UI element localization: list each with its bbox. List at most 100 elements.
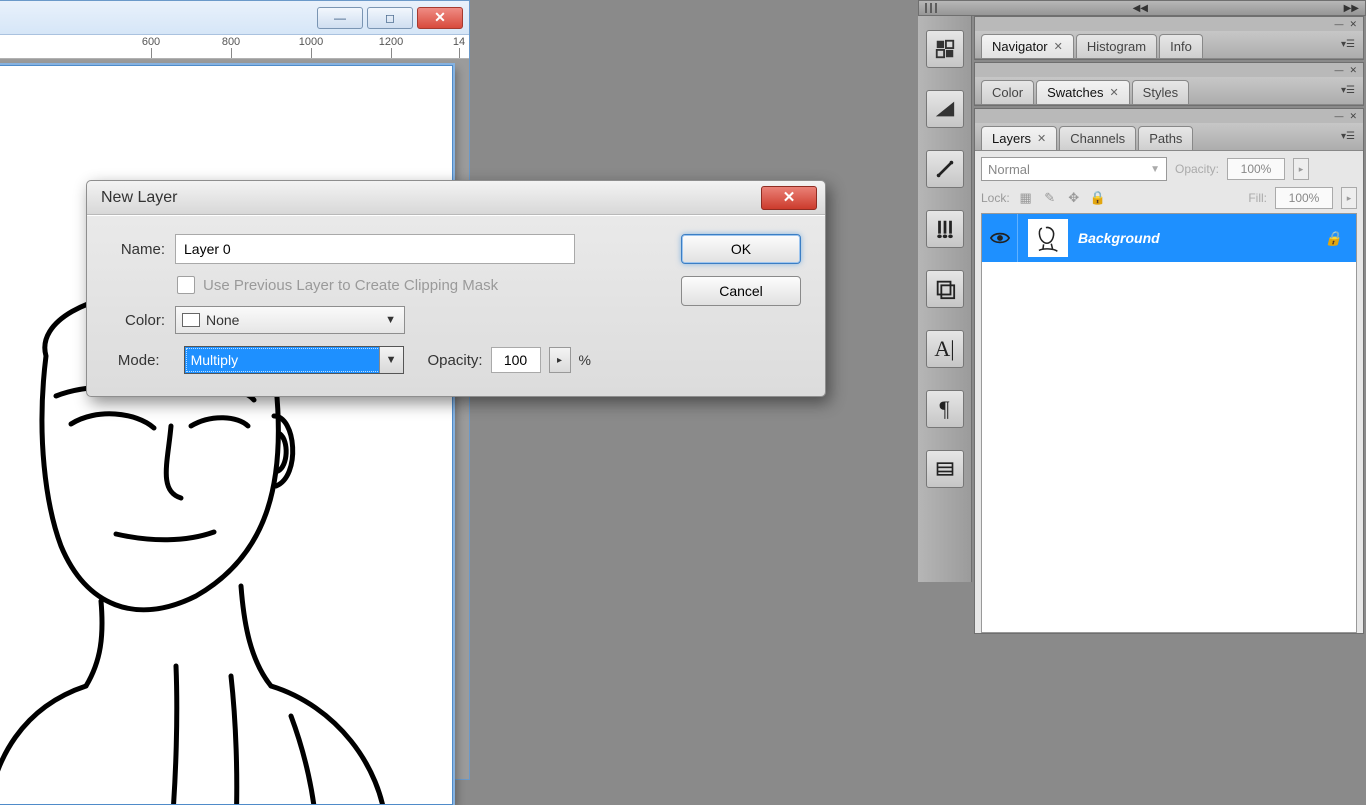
dialog-close-button[interactable]: ✕: [761, 186, 817, 210]
brushes-icon[interactable]: [926, 210, 964, 248]
panel-close-icon[interactable]: ✕: [1349, 111, 1357, 122]
dock-forward-icon[interactable]: ▶▶: [1344, 3, 1359, 14]
collapsed-panel-iconbar: A| ¶: [918, 16, 972, 582]
close-icon[interactable]: ✕: [1054, 40, 1063, 53]
panel-minimize-icon[interactable]: —: [1334, 19, 1343, 29]
chevron-down-icon: ▼: [1150, 164, 1160, 175]
tab-paths[interactable]: Paths: [1138, 126, 1193, 150]
color-swatch-none-icon: [182, 313, 200, 327]
document-titlebar[interactable]: /8) — ◻ ✕: [0, 1, 469, 35]
close-icon[interactable]: ✕: [1109, 86, 1118, 99]
dock-top-strip[interactable]: ◀◀ ▶▶: [918, 0, 1366, 16]
layers-panel-body: Normal ▼ Opacity: 100% ▸ Lock: ▦ ✎ ✥: [975, 151, 1363, 633]
character-icon[interactable]: A|: [926, 330, 964, 368]
panel-minimize-icon[interactable]: —: [1334, 111, 1343, 121]
lock-pixels-icon[interactable]: ✎: [1042, 190, 1058, 206]
chevron-down-icon: ▼: [379, 347, 403, 373]
ruler-mark: 1200: [379, 36, 403, 48]
tools-icon[interactable]: [926, 150, 964, 188]
panel-close-icon[interactable]: ✕: [1349, 65, 1357, 76]
chevron-down-icon: ▼: [385, 314, 396, 326]
panel-menu-icon[interactable]: ▾☰: [1341, 85, 1359, 96]
tab-swatches[interactable]: Swatches ✕: [1036, 80, 1130, 104]
paragraph-icon[interactable]: ¶: [926, 390, 964, 428]
ruler-mark: 14: [453, 36, 465, 48]
ruler-mark: 800: [222, 36, 240, 48]
panel-menu-icon[interactable]: ▾☰: [1341, 131, 1359, 142]
close-icon[interactable]: ✕: [1037, 132, 1046, 145]
clipping-mask-label: Use Previous Layer to Create Clipping Ma…: [203, 277, 498, 294]
tab-color[interactable]: Color: [981, 80, 1034, 104]
tab-channels[interactable]: Channels: [1059, 126, 1136, 150]
dialog-body: Name: Use Previous Layer to Create Clipp…: [87, 215, 825, 396]
window-controls: — ◻ ✕: [317, 7, 463, 29]
name-label: Name:: [105, 241, 165, 258]
lock-all-icon[interactable]: 🔒: [1090, 190, 1106, 206]
panel-close-icon[interactable]: ✕: [1349, 19, 1357, 30]
color-panel-group: — ✕ Color Swatches ✕ Styles ▾☰: [974, 62, 1364, 106]
panel-dock: ◀◀ ▶▶ A| ¶: [918, 0, 1366, 582]
histogram-icon[interactable]: [926, 90, 964, 128]
tab-histogram[interactable]: Histogram: [1076, 34, 1157, 58]
layer-name-input[interactable]: [175, 234, 575, 264]
panel-menu-icon[interactable]: ▾☰: [1341, 39, 1359, 50]
tab-layers[interactable]: Layers ✕: [981, 126, 1057, 150]
opacity-label: Opacity:: [1175, 162, 1219, 176]
minimize-button[interactable]: —: [317, 7, 363, 29]
tab-label: Layers: [992, 131, 1031, 146]
dialog-title: New Layer: [101, 189, 177, 207]
layers-panel-icon[interactable]: [926, 270, 964, 308]
tab-label: Navigator: [992, 39, 1048, 54]
color-label: Color:: [105, 312, 165, 329]
horizontal-ruler[interactable]: 600 800 1000 1200 14: [0, 35, 469, 59]
opacity-input[interactable]: [491, 347, 541, 373]
tab-label: Channels: [1070, 131, 1125, 146]
tab-label: Histogram: [1087, 39, 1146, 54]
panel-minimize-icon[interactable]: —: [1334, 65, 1343, 75]
layer-color-dropdown[interactable]: None ▼: [175, 306, 405, 334]
tab-label: Swatches: [1047, 85, 1103, 100]
lock-icon: 🔒: [1325, 230, 1342, 247]
lock-position-icon[interactable]: ✥: [1066, 190, 1082, 206]
tab-label: Info: [1170, 39, 1192, 54]
opacity-stepper[interactable]: ▸: [549, 347, 571, 373]
ruler-mark: 1000: [299, 36, 323, 48]
visibility-toggle[interactable]: [982, 214, 1018, 262]
opacity-label: Opacity:: [428, 352, 483, 369]
fill-label: Fill:: [1248, 191, 1267, 205]
tab-styles[interactable]: Styles: [1132, 80, 1189, 104]
tab-label: Styles: [1143, 85, 1178, 100]
ok-button[interactable]: OK: [681, 234, 801, 264]
tab-label: Color: [992, 85, 1023, 100]
blend-mode-value: Normal: [988, 162, 1030, 177]
layer-name: Background: [1078, 230, 1315, 246]
tab-navigator[interactable]: Navigator ✕: [981, 34, 1074, 58]
clipping-mask-checkbox[interactable]: [177, 276, 195, 294]
tab-info[interactable]: Info: [1159, 34, 1203, 58]
navigator-icon[interactable]: [926, 30, 964, 68]
new-layer-dialog: New Layer ✕ Name: Use Previous Layer to …: [86, 180, 826, 397]
color-value: None: [206, 312, 239, 328]
layer-row[interactable]: Background 🔒: [982, 214, 1356, 262]
mode-value: Multiply: [191, 352, 238, 368]
opacity-stepper[interactable]: ▸: [1293, 158, 1309, 180]
dock-grip-icon: [925, 3, 937, 13]
dialog-titlebar[interactable]: New Layer ✕: [87, 181, 825, 215]
dock-back-icon[interactable]: ◀◀: [1133, 3, 1148, 14]
layer-blend-mode-dropdown[interactable]: Normal ▼: [981, 157, 1167, 181]
layers-panel-group: — ✕ Layers ✕ Channels Paths ▾☰ Normal ▼: [974, 108, 1364, 634]
cancel-button[interactable]: Cancel: [681, 276, 801, 306]
lock-label: Lock:: [981, 191, 1010, 205]
fill-stepper[interactable]: ▸: [1341, 187, 1357, 209]
actions-icon[interactable]: [926, 450, 964, 488]
lock-transparency-icon[interactable]: ▦: [1018, 190, 1034, 206]
close-button[interactable]: ✕: [417, 7, 463, 29]
ruler-mark: 600: [142, 36, 160, 48]
canvas[interactable]: [0, 65, 453, 805]
layer-fill-field[interactable]: 100%: [1275, 187, 1333, 209]
layer-thumbnail[interactable]: [1028, 219, 1068, 257]
maximize-button[interactable]: ◻: [367, 7, 413, 29]
blend-mode-dropdown[interactable]: Multiply ▼: [184, 346, 404, 374]
navigator-panel-group: — ✕ Navigator ✕ Histogram Info ▾☰: [974, 16, 1364, 60]
layer-opacity-field[interactable]: 100%: [1227, 158, 1285, 180]
